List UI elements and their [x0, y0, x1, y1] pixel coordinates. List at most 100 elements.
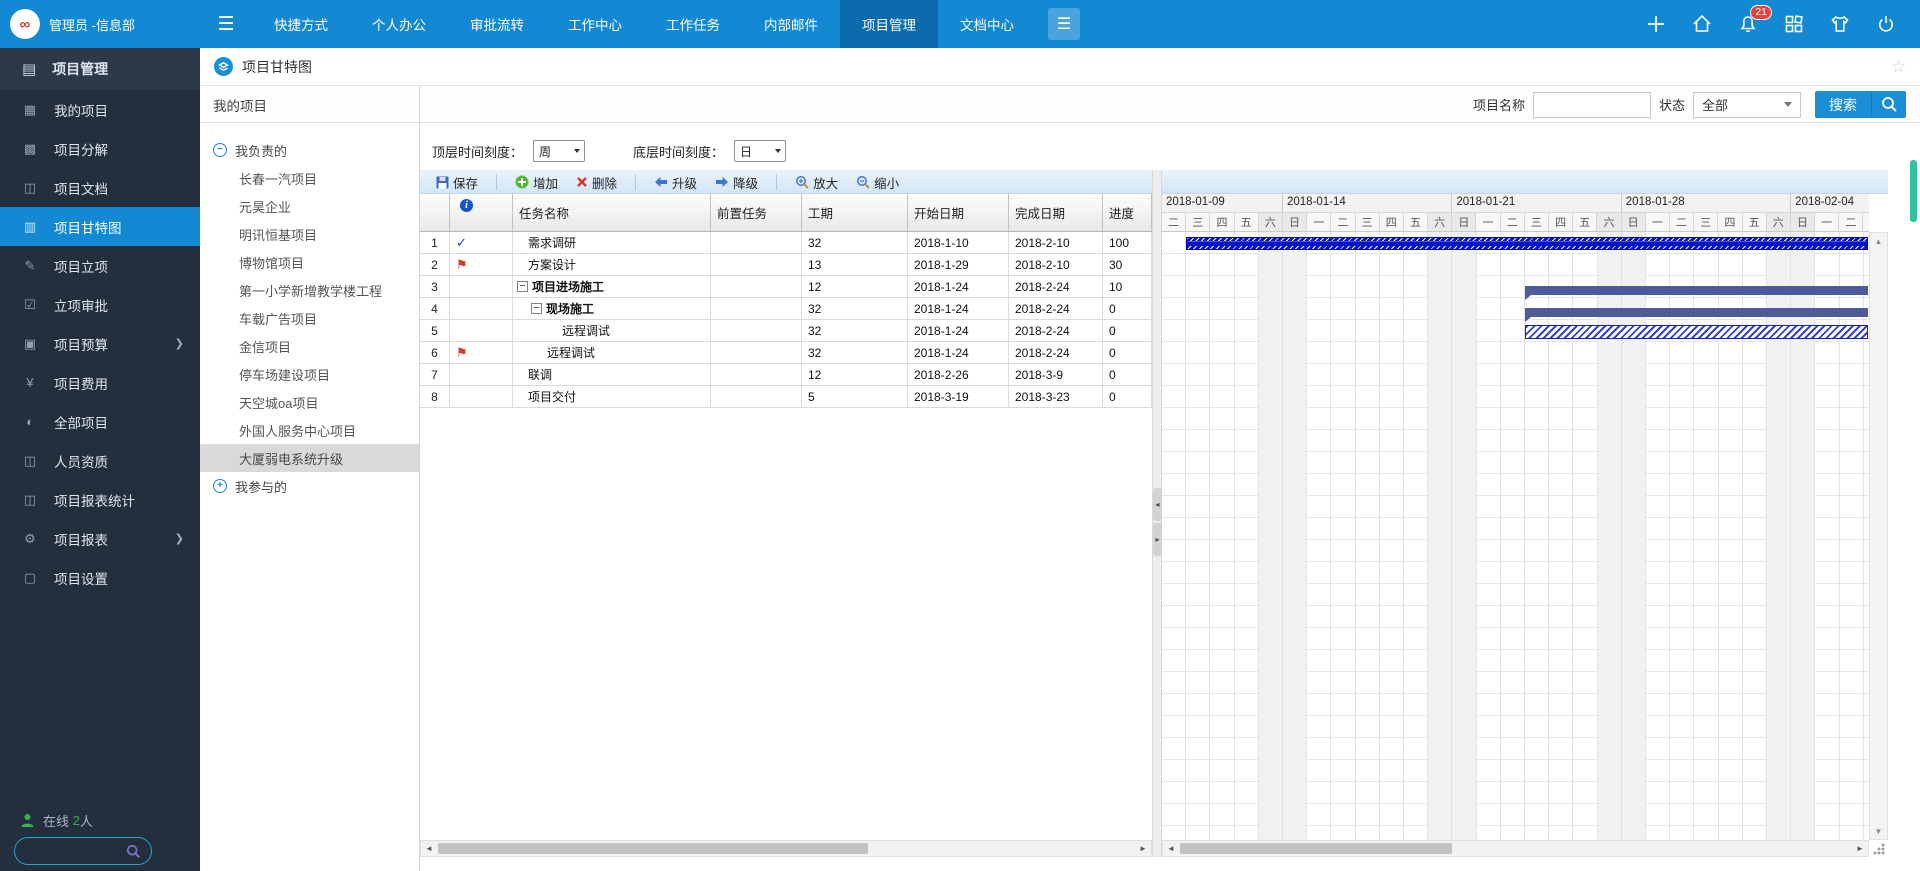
project-item-6[interactable]: 车载广告项目: [200, 304, 419, 332]
table-row[interactable]: 7联调122018-2-262018-3-90: [420, 364, 1152, 386]
page-scrollbar-thumb[interactable]: [1910, 160, 1917, 222]
sidebar-item-3[interactable]: ◫项目文档: [0, 168, 200, 207]
collapse-minus-icon[interactable]: −: [517, 281, 528, 292]
scroll-left-arrow[interactable]: ◄: [421, 841, 437, 856]
sidebar-item-11[interactable]: ◫项目报表统计: [0, 480, 200, 519]
nav-tab-4[interactable]: 工作中心: [546, 0, 644, 48]
scroll-up-arrow[interactable]: ▲: [1870, 233, 1887, 249]
scrollbar-thumb[interactable]: [438, 843, 868, 854]
project-item-8[interactable]: 停车场建设项目: [200, 360, 419, 388]
nav-tab-5[interactable]: 工作任务: [644, 0, 742, 48]
sidebar-item-8[interactable]: ¥项目费用: [0, 363, 200, 402]
flag-icon: ⚑: [456, 345, 468, 361]
nav-tab-8[interactable]: 文档中心: [938, 0, 1036, 48]
sidebar-item-9[interactable]: ◐全部项目: [0, 402, 200, 441]
gantt-day-column: [1694, 232, 1718, 840]
table-row[interactable]: 8项目交付52018-3-192018-3-230: [420, 386, 1152, 408]
bell-icon[interactable]: 21: [1736, 12, 1760, 36]
gantt-horizontal-scrollbar[interactable]: ◄ ►: [1162, 840, 1869, 857]
sidebar-item-7[interactable]: ▣项目预算❯: [0, 324, 200, 363]
gantt-bar-summary[interactable]: [1525, 308, 1868, 317]
promote-button[interactable]: 升级: [648, 171, 703, 194]
table-row[interactable]: 2⚑方案设计132018-1-292018-2-1030: [420, 254, 1152, 276]
project-item-10[interactable]: 外国人服务中心项目: [200, 416, 419, 444]
sidebar-item-5[interactable]: ✎项目立项: [0, 246, 200, 285]
table-row[interactable]: 5远程调试322018-1-242018-2-240: [420, 320, 1152, 342]
home-icon[interactable]: [1690, 12, 1714, 36]
table-row[interactable]: 1✓需求调研322018-1-102018-2-10100: [420, 232, 1152, 254]
status-label: 状态: [1659, 95, 1685, 114]
top-scale-select[interactable]: 周: [533, 140, 585, 162]
scrollbar-thumb[interactable]: [1180, 843, 1452, 854]
table-horizontal-scrollbar[interactable]: ◄ ►: [420, 840, 1152, 857]
scroll-down-arrow[interactable]: ▼: [1870, 823, 1887, 839]
project-item-3[interactable]: 明讯恒基项目: [200, 220, 419, 248]
nav-tab-7[interactable]: 项目管理: [840, 0, 938, 48]
table-row[interactable]: 3−项目进场施工122018-1-242018-2-2410: [420, 276, 1152, 298]
gantt-day-column: [1646, 232, 1670, 840]
apps-grid-icon[interactable]: [1782, 12, 1806, 36]
resize-grip[interactable]: [1872, 842, 1886, 856]
more-menu-icon[interactable]: ☰: [1048, 8, 1080, 40]
project-item-9[interactable]: 天空城oa项目: [200, 388, 419, 416]
zoom-out-button[interactable]: 缩小: [850, 171, 905, 194]
pane-splitter[interactable]: ◂ ▸: [1152, 170, 1162, 857]
nav-tab-6[interactable]: 内部邮件: [742, 0, 840, 48]
scroll-right-arrow[interactable]: ►: [1135, 841, 1151, 856]
project-item-1[interactable]: 长春一汽项目: [200, 164, 419, 192]
table-row[interactable]: 4−现场施工322018-1-242018-2-240: [420, 298, 1152, 320]
plus-icon[interactable]: [1644, 12, 1668, 36]
favorite-star-icon[interactable]: ☆: [1891, 57, 1906, 77]
sidebar-module-header[interactable]: ▤ 项目管理: [0, 48, 200, 90]
collapse-menu-icon[interactable]: ☰: [200, 0, 252, 48]
sidebar-item-13[interactable]: ▢项目设置: [0, 558, 200, 597]
sidebar-item-2[interactable]: ▩项目分解: [0, 129, 200, 168]
gantt-bar-summary[interactable]: [1525, 286, 1868, 295]
demote-button[interactable]: 降级: [709, 171, 764, 194]
collapse-left-icon[interactable]: ◂: [1153, 488, 1162, 521]
collapse-minus-icon[interactable]: −: [531, 303, 542, 314]
collapse-right-icon[interactable]: ▸: [1153, 523, 1162, 556]
project-group-collapsed[interactable]: +我参与的: [200, 472, 419, 500]
save-button[interactable]: 保存: [430, 171, 484, 194]
project-group-expanded[interactable]: −我负责的: [200, 136, 419, 164]
project-item-5[interactable]: 第一小学新增教学楼工程: [200, 276, 419, 304]
sidebar-item-6[interactable]: ☑立项审批: [0, 285, 200, 324]
status-select[interactable]: 全部: [1693, 92, 1801, 118]
sidebar-item-1[interactable]: ▦我的项目: [0, 90, 200, 129]
sub-bar: 我的项目 项目名称 状态 全部 搜索: [200, 86, 1920, 123]
project-item-4[interactable]: 博物馆项目: [200, 248, 419, 276]
gantt-bar-complete[interactable]: [1186, 237, 1868, 250]
bottom-scale-select[interactable]: 日: [734, 140, 786, 162]
progress-cell: 0: [1103, 298, 1152, 319]
doc-icon: ◫: [22, 180, 38, 196]
sidebar-item-4[interactable]: ▥项目甘特图: [0, 207, 200, 246]
gantt-vertical-scrollbar[interactable]: ▲ ▼: [1869, 232, 1888, 840]
nav-tab-2[interactable]: 个人办公: [350, 0, 448, 48]
scroll-left-arrow[interactable]: ◄: [1163, 841, 1179, 856]
online-count: 2: [73, 813, 80, 828]
sidebar-item-10[interactable]: ◫人员资质: [0, 441, 200, 480]
power-icon[interactable]: [1874, 12, 1898, 36]
sidebar-item-12[interactable]: ⚙项目报表❯: [0, 519, 200, 558]
promote-label: 升级: [672, 173, 697, 192]
table-row[interactable]: 6⚑远程调试322018-1-242018-2-240: [420, 342, 1152, 364]
header-cell-开始日期: 开始日期: [908, 194, 1009, 231]
start-date-cell: 2018-1-10: [908, 232, 1009, 253]
search-button[interactable]: 搜索: [1815, 91, 1906, 118]
zoom-in-button[interactable]: 放大: [789, 171, 844, 194]
gantt-day-column: [1210, 232, 1234, 840]
theme-shirt-icon[interactable]: [1828, 12, 1852, 36]
gantt-bar-empty[interactable]: [1525, 325, 1868, 339]
predecessor-cell: [711, 276, 802, 297]
delete-button[interactable]: 删除: [570, 171, 623, 194]
scroll-right-arrow[interactable]: ►: [1852, 841, 1868, 856]
project-name-input[interactable]: [1533, 92, 1651, 118]
project-item-11[interactable]: 大厦弱电系统升级: [200, 444, 419, 472]
project-item-2[interactable]: 元昊企业: [200, 192, 419, 220]
sidebar-search-input[interactable]: [14, 837, 152, 865]
project-item-7[interactable]: 金信项目: [200, 332, 419, 360]
nav-tab-3[interactable]: 审批流转: [448, 0, 546, 48]
nav-tab-1[interactable]: 快捷方式: [252, 0, 350, 48]
add-button[interactable]: 增加: [509, 171, 564, 194]
